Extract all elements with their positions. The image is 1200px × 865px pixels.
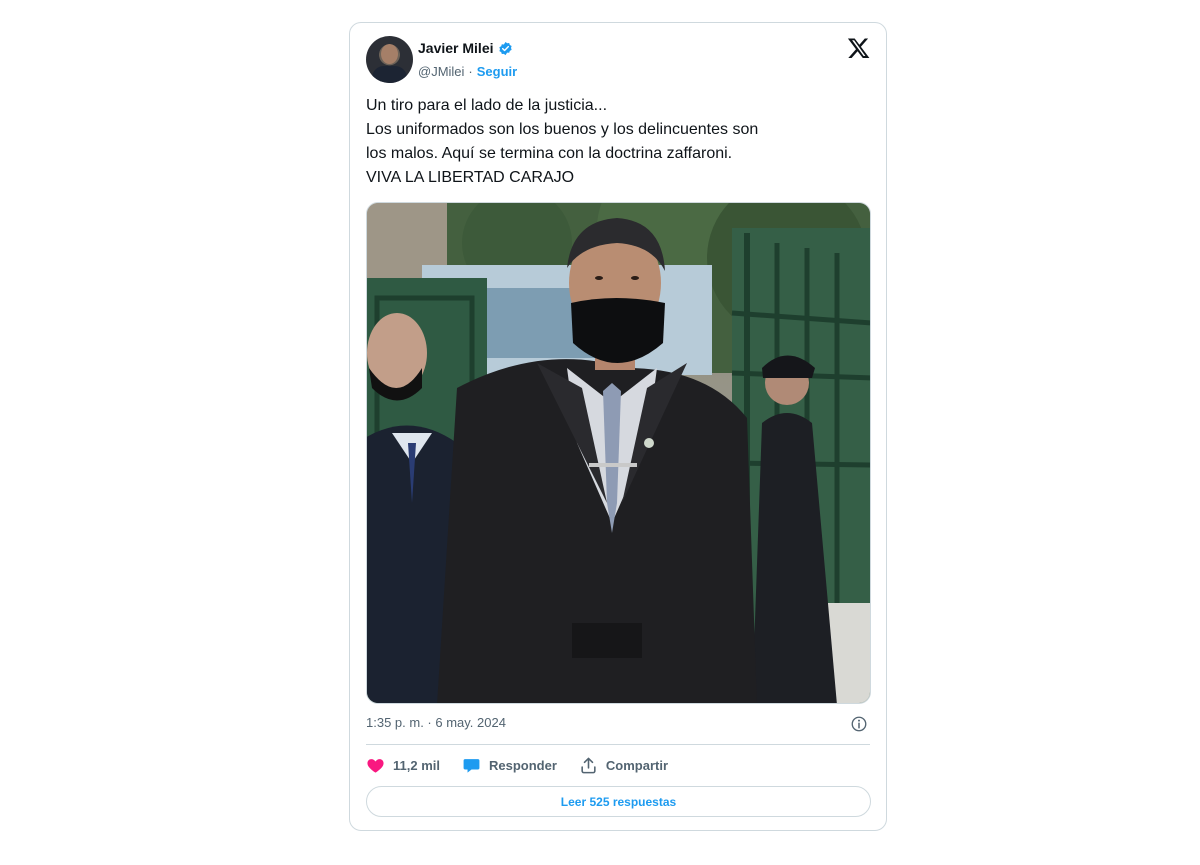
actions-divider [366, 744, 870, 745]
author-handle[interactable]: @JMilei [418, 64, 464, 79]
tweet-text-line: Un tiro para el lado de la justicia... [366, 97, 608, 114]
author-name-row: Javier Milei [418, 40, 513, 56]
x-logo-icon[interactable] [847, 36, 871, 60]
avatar-suit [372, 66, 407, 83]
author-avatar[interactable] [366, 36, 413, 83]
photo-illustration [367, 203, 870, 703]
handle-separator: · [468, 64, 473, 79]
read-replies-button[interactable]: Leer 525 respuestas [366, 786, 871, 817]
tweet-timestamp[interactable]: 1:35 p. m. · 6 may. 2024 [366, 715, 506, 730]
author-handle-row: @JMilei · Seguir [418, 64, 517, 79]
verified-badge-icon [498, 41, 512, 55]
tweet-embed-card: Javier Milei @JMilei · Seguir Un tiro pa… [349, 22, 887, 831]
reply-bubble-icon [463, 759, 480, 773]
like-action[interactable]: 11,2 mil [366, 756, 440, 775]
tweet-actions: 11,2 mil Responder Compartir [366, 756, 690, 775]
share-action[interactable]: Compartir [579, 756, 668, 775]
tweet-text-line: VIVA LA LIBERTAD CARAJO [366, 169, 575, 186]
reply-label: Responder [488, 758, 557, 773]
info-icon[interactable] [850, 715, 868, 733]
share-upload-icon [581, 757, 596, 774]
reply-action[interactable]: Responder [462, 756, 557, 775]
tweet-text-line: Los uniformados son los buenos y los del… [366, 121, 759, 138]
tweet-text: Un tiro para el lado de la justicia... L… [366, 94, 871, 190]
follow-button[interactable]: Seguir [477, 64, 517, 79]
heart-icon [367, 759, 384, 773]
author-name[interactable]: Javier Milei [418, 40, 494, 56]
avatar-face [381, 44, 398, 64]
tweet-photo[interactable] [366, 202, 871, 704]
share-label: Compartir [605, 758, 669, 773]
like-count: 11,2 mil [393, 758, 440, 773]
tweet-text-line: los malos. Aquí se termina con la doctri… [366, 145, 733, 162]
read-replies-label: Leer 525 respuestas [560, 794, 677, 809]
